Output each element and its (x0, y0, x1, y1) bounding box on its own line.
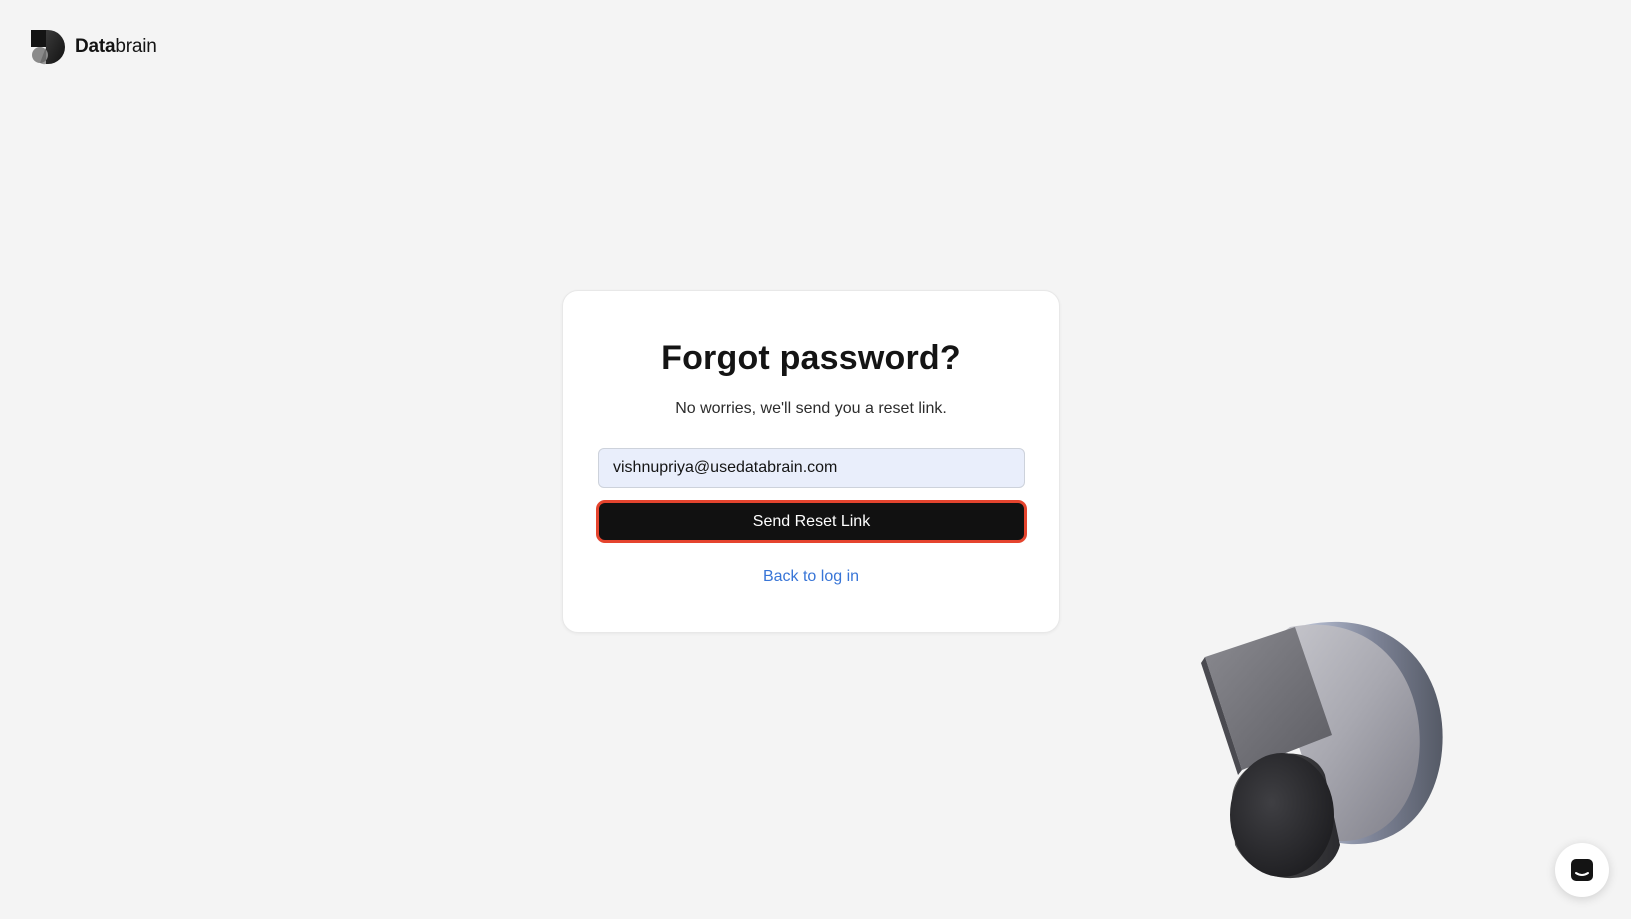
databrain-3d-shape (1201, 621, 1443, 879)
email-field[interactable] (598, 448, 1025, 488)
page-title: Forgot password? (661, 339, 961, 377)
databrain-logo-icon (31, 29, 65, 64)
chat-icon (1571, 859, 1593, 881)
forgot-password-card: Forgot password? No worries, we'll send … (562, 290, 1060, 633)
brand-name: Databrain (75, 36, 157, 58)
page-subtitle: No worries, we'll send you a reset link. (675, 400, 947, 417)
brand-name-light: brain (115, 36, 157, 57)
chat-launcher-button[interactable] (1555, 843, 1609, 897)
brand-name-bold: Data (75, 36, 116, 57)
send-reset-link-button[interactable]: Send Reset Link (596, 500, 1027, 543)
back-to-login-link[interactable]: Back to log in (563, 568, 1059, 586)
brand-logo[interactable]: Databrain (31, 29, 157, 64)
